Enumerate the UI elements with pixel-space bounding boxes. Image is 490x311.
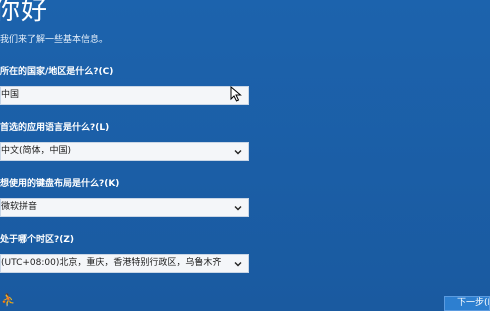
page-subtitle: 我们来了解一些基本信息。 (0, 35, 109, 45)
app-language-select[interactable]: 中文(简体，中国) (0, 142, 249, 161)
region-label: 所在的国家/地区是什么?(C) (0, 67, 114, 77)
page-title: 你好 (0, 0, 49, 26)
timezone-select[interactable]: (UTC+08:00)北京，重庆，香港特别行政区，乌鲁木齐 (0, 254, 249, 273)
keyboard-value: 微软拼音 (1, 202, 38, 212)
chevron-down-icon (234, 206, 242, 211)
ease-of-access-icon[interactable]: ⛹ (1, 293, 16, 307)
keyboard-label: 想使用的键盘布局是什么?(K) (0, 179, 120, 189)
setup-screen: 你好 我们来了解一些基本信息。 所在的国家/地区是什么?(C) 中国 首选的应用… (0, 0, 490, 311)
mouse-pointer-icon (230, 86, 242, 102)
region-select[interactable]: 中国 (0, 86, 249, 105)
chevron-down-icon (234, 262, 242, 267)
app-language-label: 首选的应用语言是什么?(L) (0, 123, 110, 133)
timezone-value: (UTC+08:00)北京，重庆，香港特别行政区，乌鲁木齐 (1, 258, 222, 268)
app-language-value: 中文(简体，中国) (1, 146, 72, 156)
keyboard-select[interactable]: 微软拼音 (0, 198, 249, 217)
next-button[interactable]: 下一步(N) (444, 296, 490, 311)
region-value: 中国 (1, 90, 20, 100)
chevron-down-icon (234, 150, 242, 155)
timezone-label: 处于哪个时区?(Z) (0, 235, 74, 245)
